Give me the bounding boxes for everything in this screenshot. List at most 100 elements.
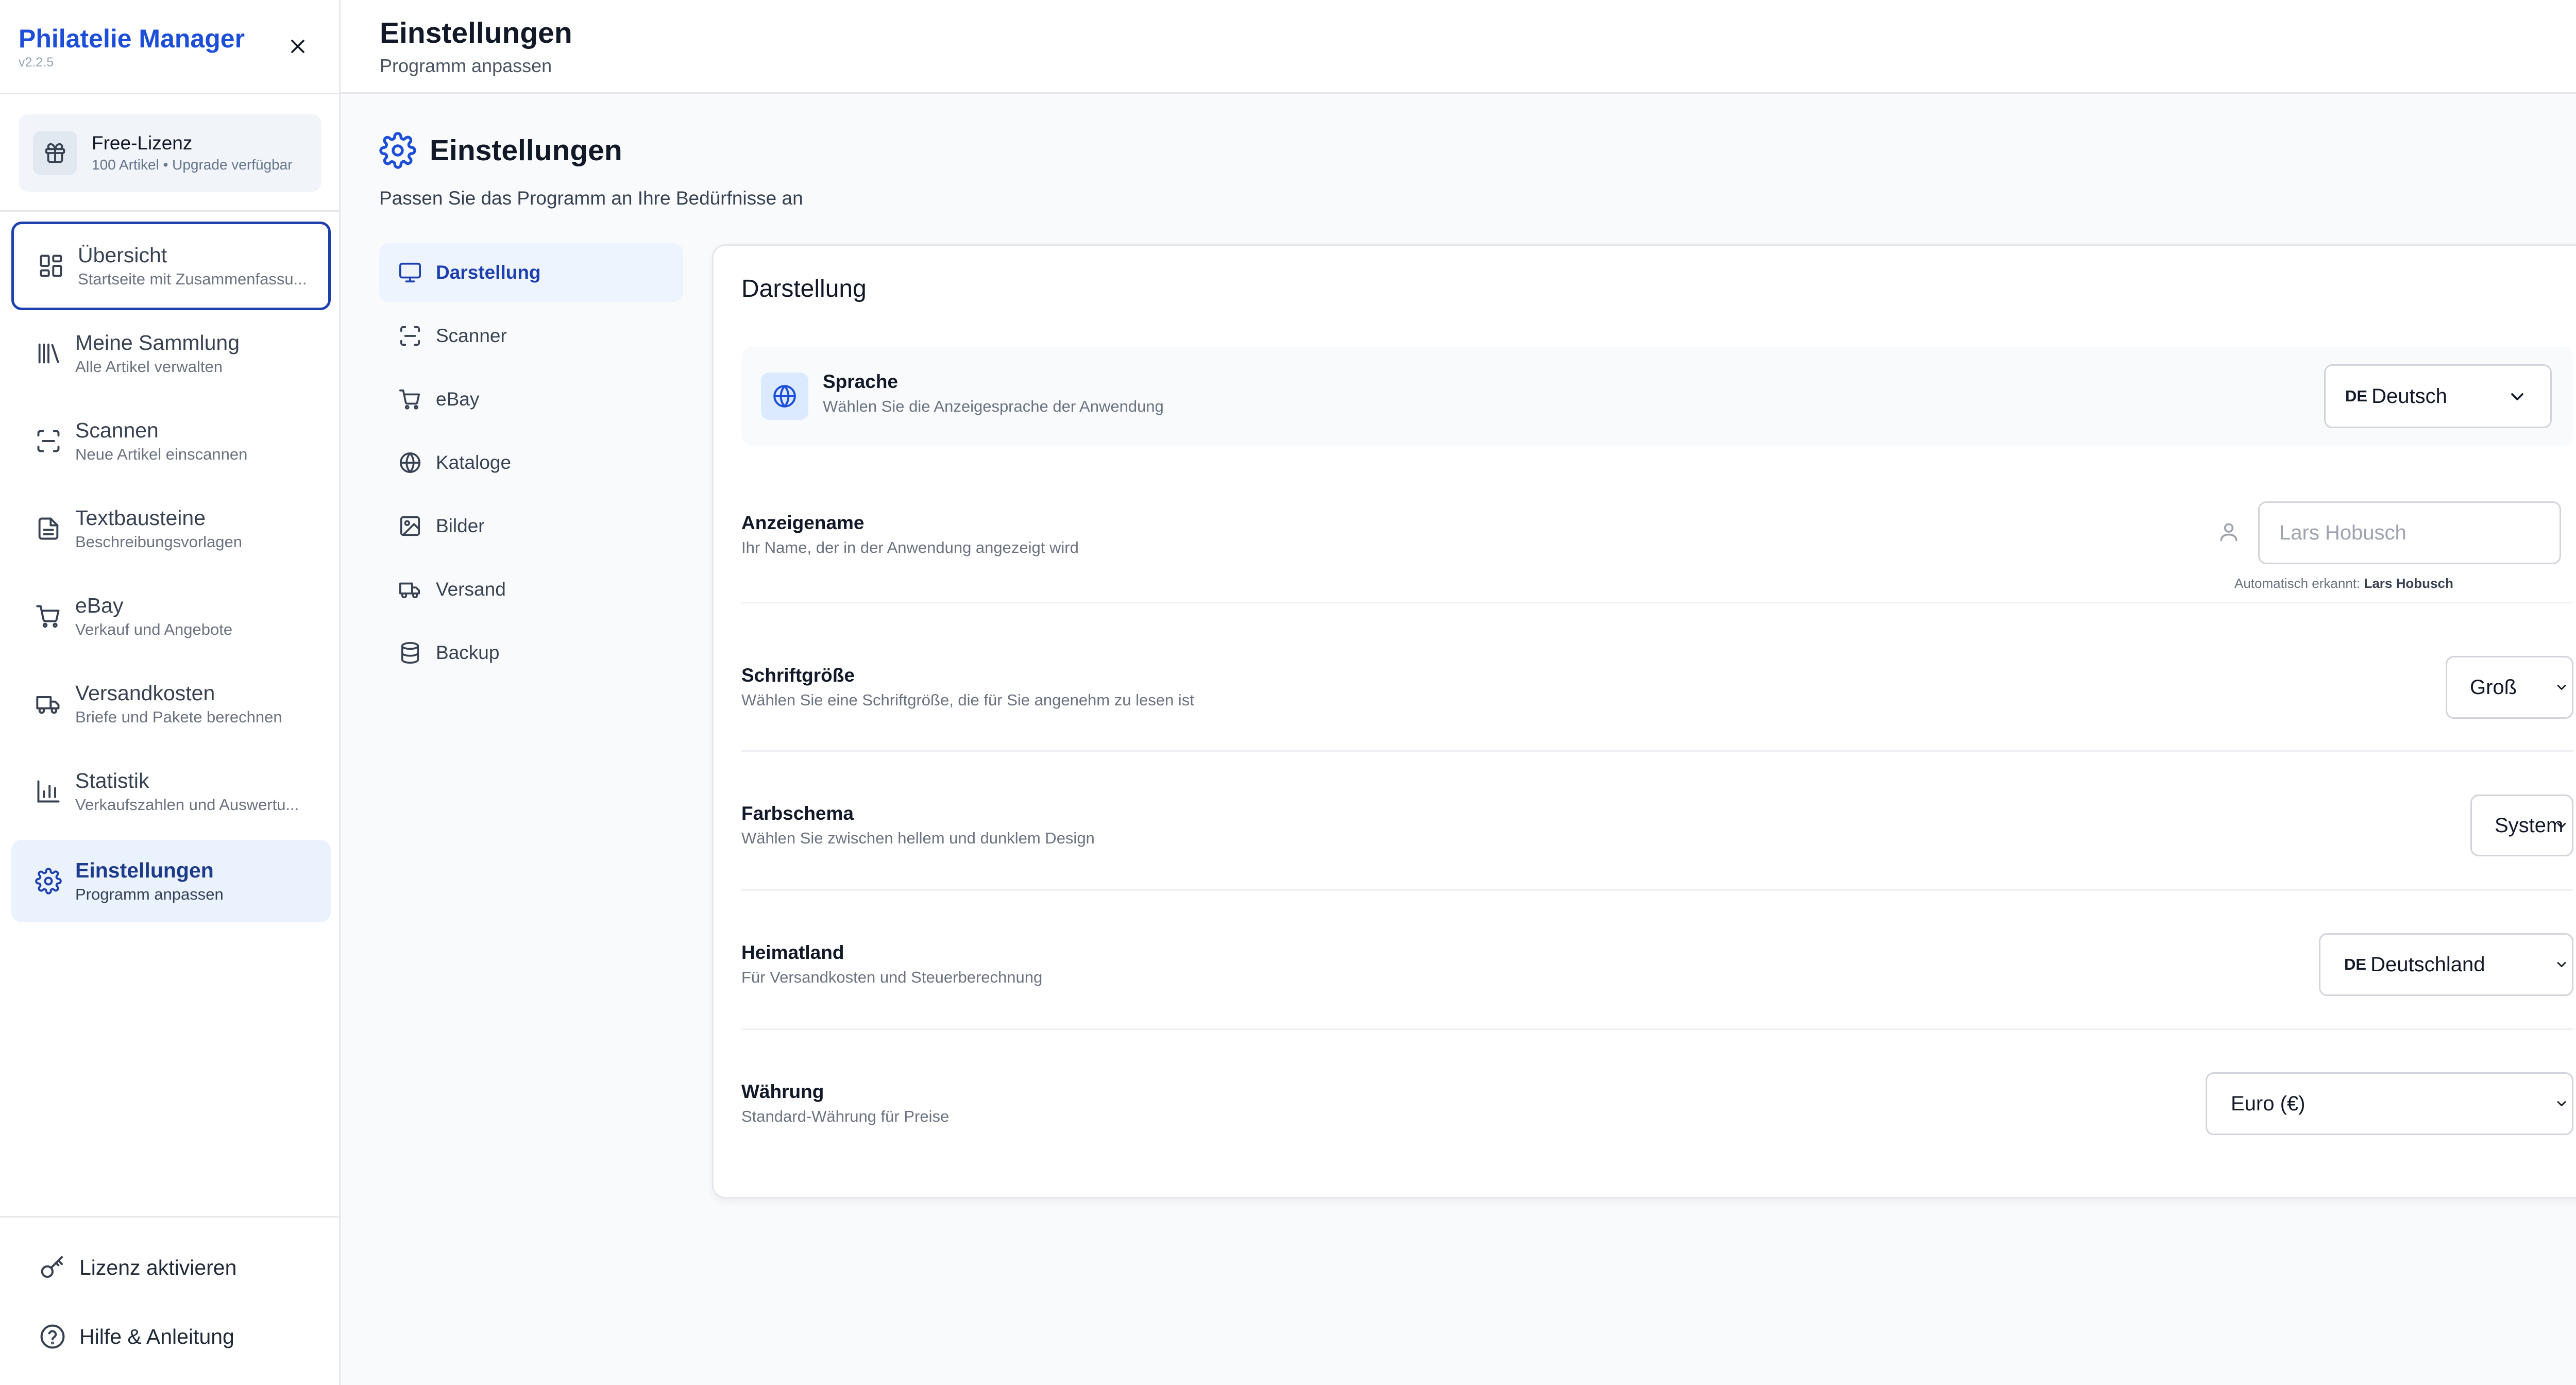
sidebar-item-versandkosten[interactable]: Versandkosten Briefe und Pakete berechne… — [11, 660, 331, 748]
close-icon — [291, 40, 304, 53]
gift-icon — [33, 131, 77, 175]
help-circle-icon — [37, 1321, 68, 1352]
sidebar-item-description: Neue Artikel einscannen — [75, 445, 248, 463]
select-value: Deutsch — [2371, 384, 2447, 408]
sidebar-item-meine-sammlung[interactable]: Meine Sammlung Alle Artikel verwalten — [11, 309, 331, 398]
input-placeholder: Lars Hobusch — [2279, 521, 2406, 544]
select-value: Euro (€) — [2231, 1092, 2306, 1115]
sidebar-item-description: Startseite mit Zusammenfassu... — [78, 270, 307, 288]
sidebar-item-uebersicht[interactable]: Übersicht Startseite mit Zusammenfassu..… — [11, 222, 331, 310]
tab-ebay[interactable]: eBay — [379, 370, 683, 429]
cart-icon — [397, 386, 423, 413]
divider — [0, 210, 341, 212]
sidebar-item-label: Textbausteine — [75, 506, 206, 530]
help-label: Hilfe & Anleitung — [79, 1324, 234, 1348]
tab-label: Kataloge — [436, 452, 512, 473]
header-title: Einstellungen — [380, 16, 572, 49]
auto-detected-value: Lars Hobusch — [2364, 576, 2453, 591]
settings-panel: Darstellung Sprache Wählen Sie die Anzei… — [712, 244, 2576, 1198]
sidebar-item-label: Übersicht — [78, 243, 167, 267]
flag-de: DE — [2345, 387, 2368, 405]
panel-title: Darstellung — [741, 275, 867, 302]
license-card[interactable]: Free-Lizenz 100 Artikel • Upgrade verfüg… — [19, 114, 321, 192]
color-scheme-setting: Farbschema Wählen Sie zwischen hellem un… — [741, 752, 2573, 891]
sidebar-item-description: Beschreibungsvorlagen — [75, 533, 242, 551]
sidebar-item-einstellungen[interactable]: Einstellungen Programm anpassen — [11, 840, 331, 922]
chevron-down-icon — [2554, 1096, 2569, 1111]
header-subtitle: Programm anpassen — [380, 55, 552, 76]
setting-title: Währung — [741, 1081, 824, 1102]
home-country-select[interactable]: DE Deutschland — [2319, 933, 2573, 996]
page-description: Passen Sie das Programm an Ihre Bedürfni… — [379, 188, 803, 209]
page-title: Einstellungen — [430, 134, 622, 167]
chevron-down-icon — [2554, 818, 2569, 833]
monitor-icon — [397, 259, 423, 286]
sidebar-item-description: Programm anpassen — [75, 885, 224, 903]
license-title: Free-Lizenz — [92, 132, 193, 154]
select-value: Deutschland — [2370, 953, 2485, 976]
bar-chart-icon — [33, 776, 64, 807]
tab-label: Bilder — [436, 515, 485, 536]
setting-description: Für Versandkosten und Steuerberechnung — [741, 968, 1043, 986]
tab-label: Scanner — [436, 325, 507, 346]
app-window: Philatelie Manager v2.2.5 Free-Lizenz 10… — [0, 0, 2576, 1385]
library-icon — [33, 338, 64, 369]
chevron-down-icon — [2554, 957, 2569, 972]
color-scheme-select[interactable]: System — [2470, 795, 2573, 856]
tab-label: Versand — [436, 579, 506, 600]
image-icon — [397, 513, 423, 539]
tab-label: eBay — [436, 389, 480, 410]
tab-kataloge[interactable]: Kataloge — [379, 433, 683, 492]
sidebar-item-description: Verkauf und Angebote — [75, 620, 233, 638]
activate-license-label: Lizenz aktivieren — [79, 1255, 237, 1279]
font-size-select[interactable]: Groß — [2446, 656, 2573, 719]
sidebar-item-textbausteine[interactable]: Textbausteine Beschreibungsvorlagen — [11, 484, 331, 573]
sidebar-item-label: Einstellungen — [75, 858, 214, 882]
scan-icon — [397, 323, 423, 349]
sidebar: Philatelie Manager v2.2.5 Free-Lizenz 10… — [0, 0, 341, 1385]
key-icon — [37, 1252, 68, 1283]
top-header: Einstellungen Programm anpassen — [341, 0, 2576, 94]
sidebar-item-scannen[interactable]: Scannen Neue Artikel einscannen — [11, 397, 331, 485]
user-icon — [2216, 519, 2242, 545]
sidebar-item-label: Scannen — [75, 418, 159, 442]
tab-bilder[interactable]: Bilder — [379, 497, 683, 555]
tab-label: Backup — [436, 642, 500, 663]
globe-icon — [761, 373, 808, 420]
truck-icon — [33, 688, 64, 719]
chevron-down-icon — [2507, 386, 2528, 407]
dashboard-icon — [36, 250, 66, 281]
currency-select[interactable]: Euro (€) — [2206, 1072, 2573, 1135]
tab-scanner[interactable]: Scanner — [379, 307, 683, 365]
auto-detected-hint: Automatisch erkannt: Lars Hobusch — [2234, 576, 2453, 592]
setting-title: Farbschema — [741, 803, 854, 824]
sidebar-item-description: Briefe und Pakete berechnen — [75, 708, 282, 726]
setting-title: Schriftgröße — [741, 665, 855, 686]
sidebar-item-statistik[interactable]: Statistik Verkaufszahlen und Auswertu... — [11, 747, 331, 836]
sidebar-item-ebay[interactable]: eBay Verkauf und Angebote — [11, 572, 331, 661]
tab-backup[interactable]: Backup — [379, 623, 683, 682]
setting-description: Standard-Währung für Preise — [741, 1107, 950, 1125]
divider — [0, 93, 341, 94]
help-button[interactable]: Hilfe & Anleitung — [37, 1316, 234, 1357]
setting-description: Wählen Sie die Anzeigesprache der Anwend… — [823, 397, 1164, 415]
gear-icon — [379, 132, 416, 169]
tab-darstellung[interactable]: Darstellung — [379, 243, 683, 302]
sidebar-item-label: Statistik — [75, 769, 149, 792]
currency-setting: Währung Standard-Währung für Preise Euro… — [741, 1030, 2573, 1169]
close-sidebar-button[interactable] — [282, 31, 313, 62]
setting-description: Wählen Sie zwischen hellem und dunklem D… — [741, 829, 1095, 847]
cart-icon — [33, 601, 64, 632]
activate-license-button[interactable]: Lizenz aktivieren — [37, 1247, 236, 1288]
setting-description: Wählen Sie eine Schriftgröße, die für Si… — [741, 691, 1194, 709]
app-version: v2.2.5 — [19, 55, 54, 70]
flag-de: DE — [2344, 955, 2367, 973]
font-size-setting: Schriftgröße Wählen Sie eine Schriftgröß… — [741, 614, 2573, 752]
tab-versand[interactable]: Versand — [379, 560, 683, 619]
sidebar-item-label: eBay — [75, 594, 124, 617]
language-select[interactable]: DE Deutsch — [2324, 364, 2552, 428]
app-title: Philatelie Manager — [19, 24, 245, 53]
document-icon — [33, 513, 64, 544]
display-name-input[interactable]: Lars Hobusch — [2258, 501, 2561, 564]
page-title-row: Einstellungen — [379, 132, 622, 169]
